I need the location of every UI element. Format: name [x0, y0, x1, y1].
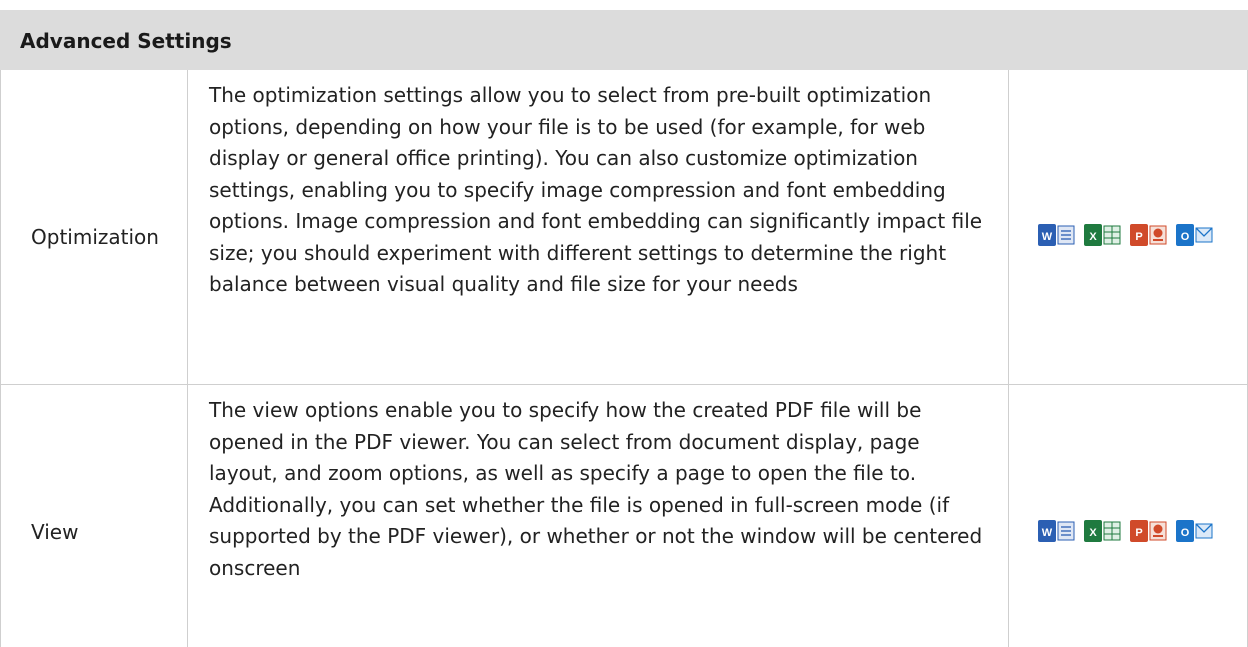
setting-label: View [31, 520, 79, 544]
svg-text:W: W [1042, 231, 1053, 243]
setting-name-cell: Optimization [0, 70, 188, 385]
setting-name-cell: View [0, 385, 188, 647]
setting-label: Optimization [31, 225, 159, 249]
powerpoint-icon: P [1130, 223, 1168, 247]
table-title: Advanced Settings [20, 29, 232, 53]
setting-description: The view options enable you to specify h… [209, 398, 983, 580]
supported-apps-cell: W X P O [1008, 385, 1248, 647]
svg-text:X: X [1089, 527, 1097, 539]
outlook-icon: O [1176, 519, 1214, 543]
svg-text:O: O [1181, 527, 1190, 539]
excel-icon: X [1084, 519, 1122, 543]
word-icon: W [1038, 519, 1076, 543]
setting-description-cell: The view options enable you to specify h… [187, 385, 1009, 647]
excel-icon: X [1084, 223, 1122, 247]
svg-text:O: O [1181, 231, 1190, 243]
app-icons: W X P O [1038, 519, 1214, 543]
table-header: Advanced Settings [0, 10, 1248, 70]
powerpoint-icon: P [1130, 519, 1168, 543]
setting-description: The optimization settings allow you to s… [209, 83, 983, 296]
table-row: Optimization The optimization settings a… [0, 70, 1248, 385]
table-row: View The view options enable you to spec… [0, 385, 1248, 647]
svg-text:W: W [1042, 527, 1053, 539]
outlook-icon: O [1176, 223, 1214, 247]
setting-description-cell: The optimization settings allow you to s… [187, 70, 1009, 385]
svg-text:X: X [1089, 231, 1097, 243]
app-icons: W X P O [1038, 223, 1214, 247]
supported-apps-cell: W X P O [1008, 70, 1248, 385]
word-icon: W [1038, 223, 1076, 247]
svg-text:P: P [1135, 527, 1142, 539]
svg-text:P: P [1135, 231, 1142, 243]
